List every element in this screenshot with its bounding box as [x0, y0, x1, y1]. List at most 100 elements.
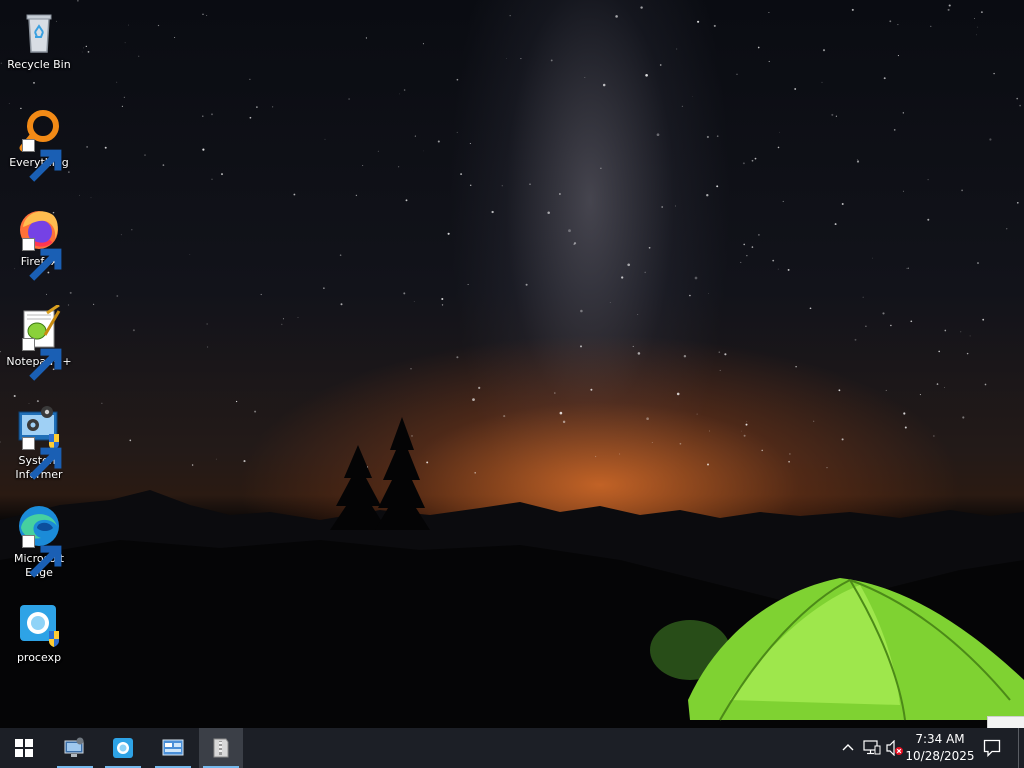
star [206, 15, 208, 17]
star [696, 413, 698, 415]
star [651, 442, 653, 443]
star [92, 303, 95, 306]
star [562, 420, 566, 424]
star [713, 24, 716, 27]
taskbar-app-network-tool[interactable] [53, 728, 97, 768]
star [340, 303, 343, 306]
star [584, 76, 586, 79]
star [906, 267, 908, 269]
star [260, 293, 262, 296]
star [1006, 228, 1008, 230]
star [116, 81, 118, 83]
star [757, 46, 760, 49]
star [648, 246, 651, 249]
star-field [0, 0, 1021, 474]
desktop-icon-recycle-bin[interactable]: Recycle Bin [4, 8, 74, 72]
star [930, 25, 932, 27]
star [632, 345, 634, 347]
star [162, 164, 165, 166]
star [87, 51, 90, 53]
star [777, 268, 779, 270]
star [297, 317, 299, 319]
star [157, 24, 160, 27]
star [128, 24, 129, 26]
volume-muted-icon [886, 740, 903, 756]
system-clock[interactable]: 7:34 AM 10/28/2025 [904, 731, 976, 765]
star [831, 113, 834, 116]
star [865, 325, 867, 328]
star [851, 8, 854, 11]
control-panel-icon [162, 739, 184, 756]
star [751, 159, 754, 162]
star [841, 438, 844, 441]
clock-date: 10/28/2025 [905, 749, 975, 763]
star [716, 135, 719, 137]
star [456, 78, 459, 81]
star [559, 411, 563, 415]
desktop-icon-everything[interactable]: Everything [4, 106, 74, 182]
star [751, 246, 754, 248]
star [621, 276, 624, 279]
star [138, 55, 140, 57]
volume-tray-button[interactable] [885, 738, 905, 758]
star [966, 352, 969, 355]
star [779, 131, 780, 133]
shortcut-arrow-icon [22, 535, 62, 578]
desktop-icon-firefox[interactable]: Firefox [4, 205, 74, 281]
star [281, 323, 283, 326]
star [897, 24, 899, 26]
process-explorer-icon [113, 738, 133, 758]
star [8, 103, 10, 104]
star [758, 234, 760, 236]
desktop-icon-microsoft-edge[interactable]: Microsoft Edge [4, 502, 74, 580]
action-center-button[interactable] [976, 728, 1008, 768]
star [469, 184, 472, 187]
taskbar-app-control-panel[interactable] [151, 728, 195, 768]
star [86, 146, 88, 148]
star [365, 37, 367, 39]
star [254, 410, 257, 413]
star [348, 98, 350, 100]
shortcut-arrow-icon [22, 437, 62, 480]
offscreen-window-edge[interactable] [987, 716, 1024, 728]
star [676, 48, 678, 50]
star [821, 81, 823, 83]
star [745, 423, 748, 426]
star [938, 350, 941, 353]
star [249, 116, 252, 119]
clock-time: 7:34 AM [915, 732, 965, 746]
star [594, 455, 597, 458]
show-desktop-button[interactable] [1018, 728, 1024, 768]
star [782, 200, 784, 202]
star [472, 398, 475, 401]
taskbar-app-archive-tool[interactable] [199, 728, 243, 768]
star [724, 353, 727, 356]
star [413, 301, 415, 302]
star [447, 232, 450, 235]
star [467, 284, 469, 286]
star [919, 394, 921, 396]
desktop-icon-procexp[interactable]: procexp [4, 601, 74, 665]
star [683, 354, 687, 358]
taskbar-app-process-explorer[interactable] [101, 728, 145, 768]
desktop-icon-system-informer[interactable]: System Informer [4, 404, 74, 482]
show-hidden-icons-button[interactable] [838, 738, 858, 758]
star [644, 271, 646, 274]
star [969, 335, 971, 337]
star [456, 356, 459, 359]
star [993, 72, 995, 75]
star [609, 302, 611, 303]
desktop-wallpaper[interactable]: Recycle Bin Everything Firefox Notepad++… [0, 0, 1024, 728]
star [83, 47, 85, 49]
star [736, 73, 738, 75]
desktop-icon-notepad-plus-plus[interactable]: Notepad++ [4, 305, 74, 381]
star [85, 45, 87, 48]
star [377, 150, 380, 152]
star [120, 234, 122, 236]
star [772, 259, 775, 262]
star [927, 218, 930, 221]
start-button[interactable] [2, 728, 46, 768]
network-tray-button[interactable] [862, 738, 882, 758]
star [525, 283, 528, 286]
star [882, 312, 885, 315]
